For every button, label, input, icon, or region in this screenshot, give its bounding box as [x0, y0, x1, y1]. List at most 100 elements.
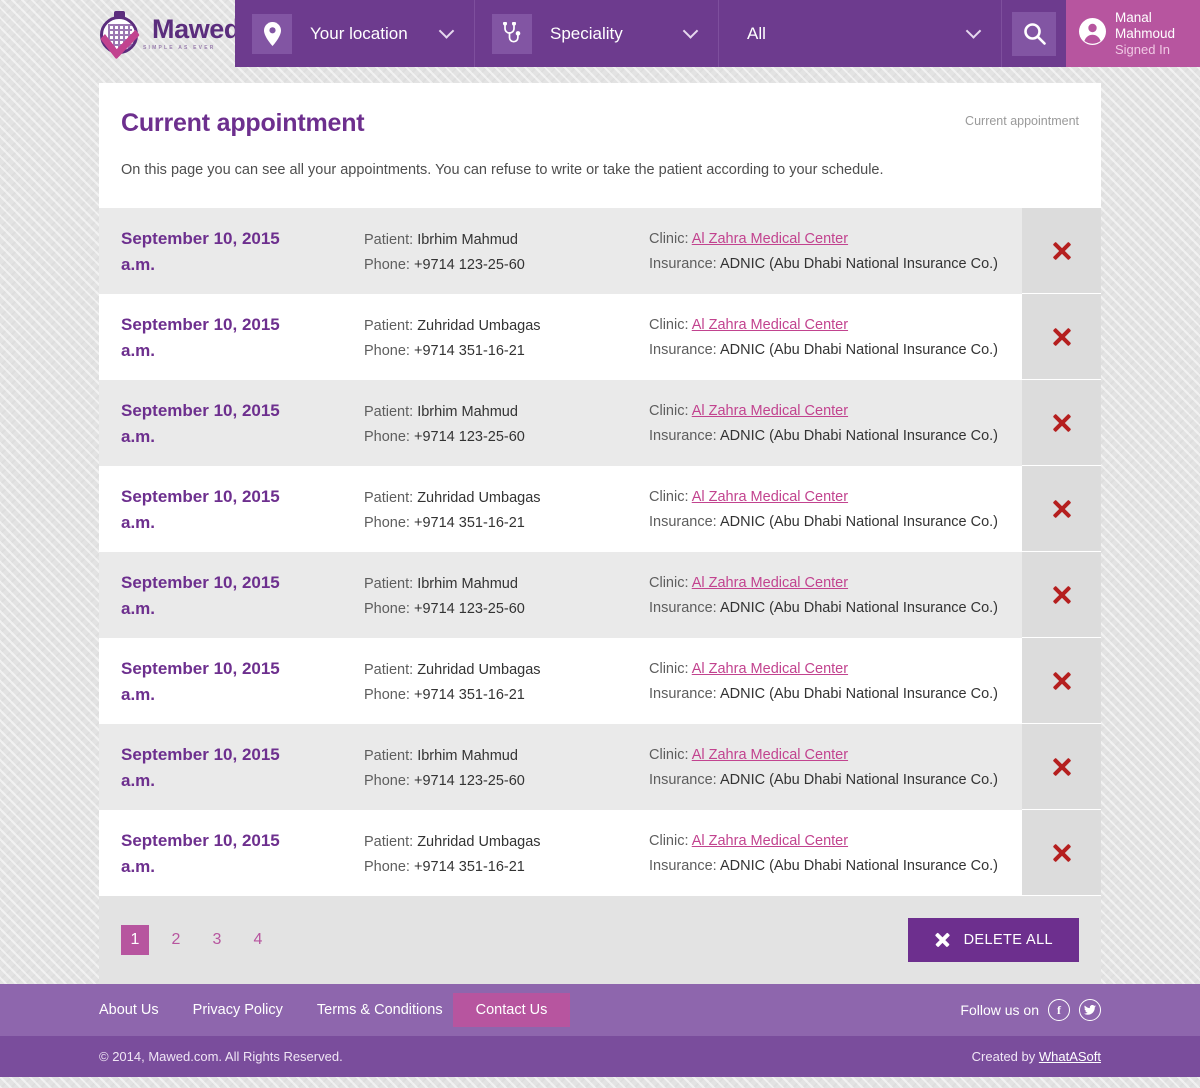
patient-label: Patient:	[364, 404, 414, 420]
patient-cell: Patient: Ibrhim Mahmud Phone: +9714 123-…	[364, 208, 649, 294]
delete-all-button[interactable]: DELETE ALL	[907, 918, 1079, 962]
page-2-button[interactable]: 2	[162, 925, 190, 955]
patient-label: Patient:	[364, 834, 414, 850]
insurance-name: ADNIC (Abu Dhabi National Insurance Co.)	[719, 685, 998, 702]
mawed-logo-icon	[97, 10, 143, 60]
phone-line: Phone: +9714 123-25-60	[364, 425, 649, 450]
table-row: September 10, 2015 a.m. Patient: Zuhrida…	[99, 294, 1101, 380]
speciality-dropdown[interactable]: Speciality	[475, 0, 719, 67]
clinic-link[interactable]: Al Zahra Medical Center	[692, 317, 848, 333]
insurance-line: Insurance: ADNIC (Abu Dhabi National Ins…	[649, 252, 1022, 277]
clinic-link[interactable]: Al Zahra Medical Center	[692, 747, 848, 763]
user-account-menu[interactable]: Manal Mahmoud Signed In	[1066, 0, 1200, 67]
insurance-label: Insurance:	[649, 771, 717, 788]
filter-all-dropdown[interactable]: All	[719, 0, 1002, 67]
map-pin-icon	[252, 13, 292, 54]
appointment-date-cell: September 10, 2015 a.m.	[99, 552, 364, 638]
insurance-label: Insurance:	[649, 427, 717, 444]
delete-row-button[interactable]	[1022, 552, 1101, 638]
phone-line: Phone: +9714 123-25-60	[364, 597, 649, 622]
chevron-down-icon	[438, 22, 455, 39]
clinic-link[interactable]: Al Zahra Medical Center	[692, 489, 848, 505]
footer-link-1[interactable]: Privacy Policy	[193, 1002, 283, 1018]
contact-us-button[interactable]: Contact Us	[452, 993, 571, 1027]
footer-link-0[interactable]: About Us	[99, 1002, 159, 1018]
clinic-cell: Clinic: Al Zahra Medical Center Insuranc…	[649, 724, 1022, 810]
insurance-label: Insurance:	[649, 255, 717, 272]
patient-label: Patient:	[364, 662, 414, 678]
page-1-button[interactable]: 1	[121, 925, 149, 955]
delete-row-button[interactable]	[1022, 380, 1101, 466]
insurance-name: ADNIC (Abu Dhabi National Insurance Co.)	[719, 857, 998, 874]
clinic-label: Clinic:	[649, 403, 689, 419]
clinic-line: Clinic: Al Zahra Medical Center	[649, 313, 1022, 338]
appointment-date-cell: September 10, 2015 a.m.	[99, 810, 364, 896]
delete-row-button[interactable]	[1022, 466, 1101, 552]
appointments-card: Current appointment Current appointment …	[99, 83, 1101, 984]
clinic-link[interactable]: Al Zahra Medical Center	[692, 661, 848, 677]
page-4-button[interactable]: 4	[244, 925, 272, 955]
delete-row-button[interactable]	[1022, 208, 1101, 294]
insurance-label: Insurance:	[649, 599, 717, 616]
clinic-link[interactable]: Al Zahra Medical Center	[692, 833, 848, 849]
insurance-line: Insurance: ADNIC (Abu Dhabi National Ins…	[649, 768, 1022, 793]
clinic-label: Clinic:	[649, 747, 689, 763]
clinic-label: Clinic:	[649, 575, 689, 591]
twitter-icon[interactable]	[1079, 999, 1101, 1021]
patient-name: Zuhridad Umbagas	[417, 834, 541, 850]
clinic-line: Clinic: Al Zahra Medical Center	[649, 227, 1022, 252]
clinic-line: Clinic: Al Zahra Medical Center	[649, 399, 1022, 424]
footer-link-2[interactable]: Terms & Conditions	[317, 1002, 443, 1018]
phone-label: Phone:	[364, 772, 410, 789]
phone-label: Phone:	[364, 600, 410, 617]
appointment-date: September 10, 2015	[121, 659, 280, 678]
appointment-date: September 10, 2015	[121, 401, 280, 420]
appointment-date: September 10, 2015	[121, 831, 280, 850]
delete-row-button[interactable]	[1022, 294, 1101, 380]
search-icon	[1012, 11, 1056, 56]
delete-row-button[interactable]	[1022, 810, 1101, 896]
credit-link[interactable]: WhatASoft	[1039, 1049, 1101, 1064]
page-description: On this page you can see all your appoin…	[121, 162, 884, 178]
patient-line: Patient: Zuhridad Umbagas	[364, 486, 649, 511]
insurance-name: ADNIC (Abu Dhabi National Insurance Co.)	[719, 341, 998, 358]
page-3-button[interactable]: 3	[203, 925, 231, 955]
clinic-link[interactable]: Al Zahra Medical Center	[692, 231, 848, 247]
patient-label: Patient:	[364, 490, 414, 506]
phone-label: Phone:	[364, 514, 410, 531]
chevron-down-icon	[965, 22, 982, 39]
location-dropdown[interactable]: Your location	[235, 0, 475, 67]
clinic-link[interactable]: Al Zahra Medical Center	[692, 403, 848, 419]
appointment-date: September 10, 2015	[121, 745, 280, 764]
patient-phone: +9714 351-16-21	[414, 686, 525, 703]
insurance-name: ADNIC (Abu Dhabi National Insurance Co.)	[719, 771, 998, 788]
facebook-icon[interactable]: f	[1048, 999, 1070, 1021]
clinic-link[interactable]: Al Zahra Medical Center	[692, 575, 848, 591]
clinic-cell: Clinic: Al Zahra Medical Center Insuranc…	[649, 208, 1022, 294]
close-x-icon	[1051, 584, 1073, 606]
insurance-name: ADNIC (Abu Dhabi National Insurance Co.)	[719, 513, 998, 530]
clinic-label: Clinic:	[649, 489, 689, 505]
patient-name: Zuhridad Umbagas	[417, 318, 541, 334]
page-title: Current appointment	[121, 109, 365, 137]
close-x-icon	[1051, 498, 1073, 520]
phone-line: Phone: +9714 351-16-21	[364, 339, 649, 364]
table-row: September 10, 2015 a.m. Patient: Ibrhim …	[99, 208, 1101, 294]
delete-row-button[interactable]	[1022, 724, 1101, 810]
phone-label: Phone:	[364, 428, 410, 445]
location-label: Your location	[310, 23, 408, 43]
logo[interactable]: Mawed SIMPLE AS EVER	[0, 0, 240, 67]
credit-prefix: Created by	[971, 1049, 1039, 1064]
appointment-time: a.m.	[121, 599, 156, 618]
delete-row-button[interactable]	[1022, 638, 1101, 724]
patient-name: Ibrhim Mahmud	[417, 576, 518, 592]
insurance-line: Insurance: ADNIC (Abu Dhabi National Ins…	[649, 510, 1022, 535]
appointment-date: September 10, 2015	[121, 487, 280, 506]
search-button[interactable]	[1002, 0, 1066, 67]
patient-label: Patient:	[364, 748, 414, 764]
patient-phone: +9714 351-16-21	[414, 514, 525, 531]
close-x-icon	[1051, 326, 1073, 348]
appointment-time: a.m.	[121, 255, 156, 274]
table-row: September 10, 2015 a.m. Patient: Zuhrida…	[99, 810, 1101, 896]
close-x-icon	[1051, 756, 1073, 778]
